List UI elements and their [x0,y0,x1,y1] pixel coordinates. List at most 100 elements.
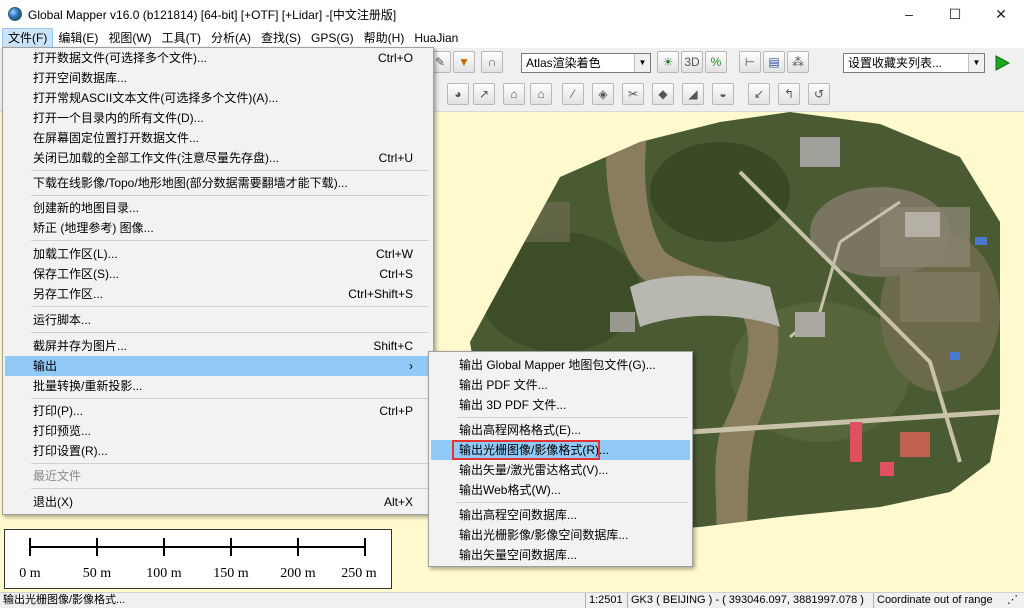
menu-open-fixed-position[interactable]: 在屏幕固定位置打开数据文件... [5,128,431,148]
menu-load-workspace[interactable]: 加载工作区(L)... Ctrl+W [5,244,431,264]
resize-grip-icon[interactable]: ⋰ [1004,593,1024,608]
menu-separator [31,240,429,241]
menu-huajian[interactable]: HuaJian [409,28,463,48]
scale-tick [230,538,232,556]
scale-tick [364,538,366,556]
menu-separator [31,398,429,399]
bookmark-select[interactable]: 设置收藏夹列表... ▼ [843,53,985,73]
shader-select[interactable]: Atlas渲染着色 ▼ [521,53,651,73]
scale-label: 100 m [146,566,182,581]
menu-label: 截屏并存为图片... [33,339,128,353]
menu-open-spatial-db[interactable]: 打开空间数据库... [5,68,431,88]
submenu-export-gmp[interactable]: 输出 Global Mapper 地图包文件(G)... [431,355,690,375]
close-button[interactable]: ✕ [978,0,1024,28]
menu-print-setup[interactable]: 打印设置(R)... [5,441,431,461]
digitize-13-icon[interactable]: ↺ [808,83,830,105]
menu-print-preview[interactable]: 打印预览... [5,421,431,441]
globe-app-icon [8,7,22,21]
menu-label: 运行脚本... [33,313,92,327]
maximize-button[interactable]: ☐ [932,0,978,28]
menu-open-ascii[interactable]: 打开常规ASCII文本文件(可选择多个文件)(A)... [5,88,431,108]
window-title: Global Mapper v16.0 (b121814) [64-bit] [… [28,7,397,22]
menu-tools[interactable]: 工具(T) [157,28,206,48]
menu-label: 输出矢量空间数据库... [459,548,578,562]
bookmark-select-value: 设置收藏夹列表... [848,56,943,70]
digitize-4-icon[interactable]: ⌂ [530,83,552,105]
menu-exit[interactable]: 退出(X) Alt+X [5,492,431,512]
menu-print[interactable]: 打印(P)... Ctrl+P [5,401,431,421]
menu-separator [31,488,429,489]
status-message: 输出光栅图像/影像格式... [0,593,586,608]
menu-bar: 文件(F) 编辑(E) 视图(W) 工具(T) 分析(A) 查找(S) GPS(… [0,28,1024,48]
menu-view[interactable]: 视图(W) [103,28,156,48]
minimize-button[interactable]: – [886,0,932,28]
menu-separator [31,306,429,307]
menu-shortcut: Shift+C [373,339,413,353]
digitize-9-icon[interactable]: ◢ [682,83,704,105]
menu-analysis[interactable]: 分析(A) [206,28,256,48]
menu-separator [31,195,429,196]
menu-batch-convert[interactable]: 批量转换/重新投影... [5,376,431,396]
submenu-export-vector[interactable]: 输出矢量/激光雷达格式(V)... [431,460,690,480]
menu-label: 打开常规ASCII文本文件(可选择多个文件)(A)... [33,91,279,105]
menu-help[interactable]: 帮助(H) [359,28,410,48]
layers-icon[interactable]: ▤ [763,51,785,73]
submenu-export-pdf[interactable]: 输出 PDF 文件... [431,375,690,395]
window-controls: – ☐ ✕ [886,0,1024,28]
digitize-3-icon[interactable]: ⌂ [503,83,525,105]
menu-separator [457,417,688,418]
menu-edit[interactable]: 编辑(E) [53,28,103,48]
shader-select-value: Atlas渲染着色 [526,56,601,70]
scale-line [29,546,365,548]
menu-label: 加载工作区(L)... [33,247,118,261]
measure-icon[interactable]: ⊢ [739,51,761,73]
submenu-export-elevation-db[interactable]: 输出高程空间数据库... [431,505,690,525]
digitize-6-icon[interactable]: ◈ [592,83,614,105]
submenu-export-vector-db[interactable]: 输出矢量空间数据库... [431,545,690,565]
play-icon[interactable] [991,52,1013,74]
digitize-5-icon[interactable]: ⁄ [562,83,584,105]
menu-screenshot[interactable]: 截屏并存为图片... Shift+C [5,336,431,356]
submenu-export-raster[interactable]: 输出光栅图像/影像格式(R)... [431,440,690,460]
menu-search[interactable]: 查找(S) [256,28,306,48]
submenu-export-3dpdf[interactable]: 输出 3D PDF 文件... [431,395,690,415]
shader-a-icon[interactable]: ☀ [657,51,679,73]
shader-b-icon[interactable]: 3D [681,51,703,73]
menu-open-data-file[interactable]: 打开数据文件(可选择多个文件)... Ctrl+O [5,48,431,68]
title-bar: Global Mapper v16.0 (b121814) [64-bit] [… [0,0,1024,28]
submenu-export-elevation-grid[interactable]: 输出高程网格格式(E)... [431,420,690,440]
status-coordinate: Coordinate out of range [877,594,993,606]
menu-open-directory[interactable]: 打开一个目录内的所有文件(D)... [5,108,431,128]
grid-icon[interactable]: ⁂ [787,51,809,73]
menu-create-catalog[interactable]: 创建新的地图目录... [5,198,431,218]
menu-label: 打开一个目录内的所有文件(D)... [33,111,204,125]
digitize-8-icon[interactable]: ◆ [652,83,674,105]
menu-run-script[interactable]: 运行脚本... [5,310,431,330]
submenu-export-raster-db[interactable]: 输出光栅影像/影像空间数据库... [431,525,690,545]
menu-rectify-image[interactable]: 矫正 (地理参考) 图像... [5,218,431,238]
scale-tick [96,538,98,556]
status-bar: 输出光栅图像/影像格式... 1:2501 GK3 ( BEIJING ) - … [0,592,1024,608]
menu-download-online[interactable]: 下载在线影像/Topo/地形地图(部分数据需要翻墙才能下载)... [5,173,431,193]
menu-shortcut: Alt+X [383,495,413,509]
digitize-7-icon[interactable]: ✂ [622,83,644,105]
triangle-down-icon[interactable]: ▼ [453,51,475,73]
submenu-export-web[interactable]: 输出Web格式(W)... [431,480,690,500]
menu-label: 输出 Global Mapper 地图包文件(G)... [459,358,656,372]
menu-gps[interactable]: GPS(G) [306,28,359,48]
menu-save-workspace[interactable]: 保存工作区(S)... Ctrl+S [5,264,431,284]
digitize-12-icon[interactable]: ↰ [778,83,800,105]
menu-close-all[interactable]: 关闭已加载的全部工作文件(注意尽量先存盘)... Ctrl+U [5,148,431,168]
arch-icon[interactable]: ∩ [481,51,503,73]
menu-save-workspace-as[interactable]: 另存工作区... Ctrl+Shift+S [5,284,431,304]
menu-label: 保存工作区(S)... [33,267,119,281]
digitize-2-icon[interactable]: ↗ [473,83,495,105]
menu-label: 另存工作区... [33,287,104,301]
digitize-11-icon[interactable]: ↙ [748,83,770,105]
digitize-10-icon[interactable]: ◒ [712,83,734,105]
shader-c-icon[interactable]: % [705,51,727,73]
menu-file[interactable]: 文件(F) [2,28,54,48]
menu-export[interactable]: 输出 › [5,356,431,376]
digitize-1-icon[interactable]: ◕ [447,83,469,105]
menu-label: 打印预览... [33,424,92,438]
